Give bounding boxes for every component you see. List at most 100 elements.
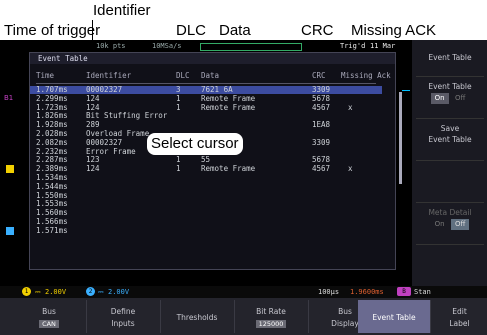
channel-2-marker-icon [6,227,14,235]
memory-bar [200,43,302,51]
thresholds-softkey[interactable]: Thresholds [160,300,235,333]
row-time: 1.928ms [36,120,68,130]
header-missing-ack: Missing Ack [341,71,391,80]
header-crc: CRC [312,71,326,80]
edit-label-softkey[interactable]: Edit Label [432,300,487,333]
dlc-callout: DLC [176,22,207,39]
softkey-bar: Bus CAN Define Inputs Thresholds Bit Rat… [0,298,487,335]
row-data: Remote Frame [201,102,256,112]
table-row[interactable]: 1.566ms [30,218,382,226]
table-row[interactable]: 1.571ms [30,225,382,235]
table-row[interactable]: 1.553ms [30,200,382,208]
edit-label-2: Label [449,319,470,328]
define-inputs-softkey[interactable]: Define Inputs [86,300,161,333]
channel-status-bar: 1 ⎓ 2.00V 2 ⎓ 2.00V 100µs 1.9600ms B Sta… [0,286,487,298]
row-crc: 1EA8 [312,120,331,130]
trigger-status: Trig'd [340,42,366,50]
row-dlc: 1 [176,93,181,103]
toggle-off: Off [455,94,466,102]
row-identifier: 00002327 [86,85,123,94]
channel-1-chip: 1 [22,287,31,296]
table-row[interactable]: 1.826ms Bit Stuffing Error [30,112,382,120]
save-label-1: Save [440,124,460,133]
identifier-callout: Identifier [93,2,151,19]
bit-rate-softkey[interactable]: Bit Rate 125000 [234,300,309,333]
bit-rate-value: 125000 [255,320,287,328]
row-crc: 3309 [312,137,331,147]
table-row[interactable]: 1.928ms 289 1EA8 [30,121,382,129]
row-time: 2.389ms [36,164,68,174]
bus-type-value-wrap: CAN [12,319,86,328]
row-identifier: 124 [86,164,100,174]
channel-1-marker-icon [6,165,14,173]
row-identifier: 124 [86,93,100,103]
meta-detail-state: On Off [416,218,484,230]
bus-type-value: CAN [39,320,59,328]
row-time: 2.082ms [36,137,68,147]
bus-type-softkey[interactable]: Bus CAN [12,300,87,333]
event-table-toggle[interactable]: Event Table On Off [416,76,484,117]
row-identifier: Error Frame [86,146,136,156]
waveform-marker [402,90,410,91]
row-data: 55 [201,155,211,165]
thresholds-label: Thresholds [176,313,218,322]
table-row[interactable]: 1.544ms [30,181,382,191]
header-data: Data [201,71,220,80]
row-dlc: 1 [176,164,181,174]
crc-callout: CRC [301,22,334,39]
row-identifier: Bit Stuffing Error [86,111,168,121]
row-crc: 4567 [312,164,331,174]
missing-ack-callout: Missing ACK [351,22,437,39]
row-time: 1.544ms [36,181,68,191]
channel-2-chip: 2 [86,287,95,296]
event-table-softkey[interactable]: Event Table [358,300,431,333]
side-menu: Event Table Event Table On Off Save Even… [412,40,487,287]
row-missing-ack: x [348,164,353,174]
row-crc: 5678 [312,155,331,165]
row-data: Remote Frame [201,164,256,174]
save-event-table-button[interactable]: Save Event Table [416,118,484,159]
header-separator [36,83,376,84]
meta-on: On [434,220,445,228]
header-time: Time [36,71,55,80]
channel-2-scale: 2.00V [108,288,130,296]
table-row[interactable]: 1.560ms [30,209,382,217]
bus-chip: B [397,287,411,296]
save-label-2: Event Table [428,135,472,144]
table-row[interactable]: 2.389ms 124 1 Remote Frame 4567 x [30,165,382,173]
row-crc: 5678 [312,93,331,103]
header-identifier: Identifier [86,71,132,80]
row-time: 1.534ms [36,173,68,182]
row-time: 1.826ms [36,111,68,121]
timebase-value: 100µs [318,288,340,296]
table-row[interactable]: 1.707ms 00002327 3 7621 6A 3309 [30,86,382,94]
time-of-trigger-callout: Time of trigger [4,22,101,39]
row-data: Remote Frame [201,93,256,103]
acquire-mode: Stan [414,288,431,296]
table-row[interactable]: 1.534ms [30,174,382,182]
row-dlc: 3 [176,85,181,94]
delay-value: 1.9600ms [350,288,384,296]
event-table-toggle-label: Event Table [428,82,472,91]
table-row[interactable]: 2.287ms 123 1 55 5678 [30,156,382,164]
meta-detail-label: Meta Detail [428,208,472,217]
event-table-softkey-label: Event Table [372,313,416,322]
bus-type-label: Bus [42,307,56,316]
row-identifier: 00002327 [86,137,123,147]
table-row[interactable]: 1.723ms 124 1 Remote Frame 4567 x [30,102,382,112]
event-table-title: Event Table [30,53,395,64]
row-data: 7621 6A [201,85,233,94]
toggle-on: On [430,93,449,104]
meta-detail-toggle[interactable]: Meta Detail On Off [416,202,484,243]
table-row[interactable]: 2.299ms 124 1 Remote Frame 5678 [30,93,382,103]
record-length: 10k pts [96,42,126,50]
row-time: 2.028ms [36,129,68,138]
table-scrollbar[interactable] [399,92,402,184]
channel-1-coupling-icon: ⎓ [35,288,41,296]
edit-label-1: Edit [452,307,467,316]
row-time: 2.287ms [36,155,68,165]
row-identifier: Overload Frame [86,129,150,138]
define-inputs-label-1: Define [110,307,136,316]
row-time: 1.571ms [36,225,68,235]
table-row[interactable]: 1.550ms [30,191,382,200]
